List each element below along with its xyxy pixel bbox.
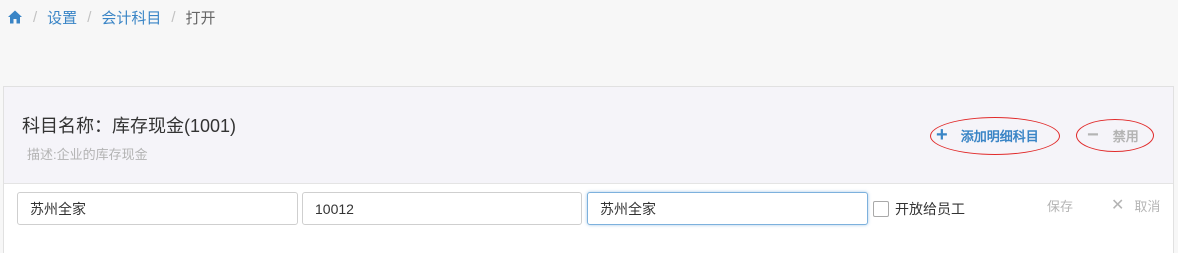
add-detail-subject-button[interactable]: + 添加明细科目: [936, 125, 1039, 145]
open-to-staff-checkbox[interactable]: [873, 201, 889, 217]
open-to-staff-toggle[interactable]: 开放给员工: [873, 199, 965, 219]
save-button[interactable]: 保存: [1047, 196, 1073, 215]
subject-code-input[interactable]: [302, 192, 582, 225]
subject-title: 科目名称：库存现金(1001): [22, 116, 237, 136]
breadcrumb-accounting-subjects[interactable]: 会计科目: [101, 7, 161, 28]
subject-alias-input[interactable]: [587, 192, 868, 225]
breadcrumb-separator: /: [171, 8, 176, 26]
plus-icon: +: [936, 124, 948, 146]
detail-subject-row: 开放给员工 保存 ✕ 取消: [4, 184, 1173, 253]
breadcrumb-current: 打开: [185, 9, 216, 27]
subject-name-input[interactable]: [17, 192, 298, 225]
subject-panel: 科目名称：库存现金(1001) 描述:企业的库存现金 + 添加明细科目 − 禁用…: [3, 86, 1174, 253]
open-to-staff-label: 开放给员工: [895, 201, 965, 217]
minus-icon: −: [1087, 124, 1099, 146]
cancel-label: 取消: [1134, 199, 1161, 214]
home-icon[interactable]: [7, 9, 23, 25]
add-detail-subject-label: 添加明细科目: [960, 128, 1039, 144]
breadcrumb: / 设置 / 会计科目 / 打开: [7, 6, 216, 28]
breadcrumb-separator: /: [33, 8, 38, 26]
cancel-button[interactable]: ✕ 取消: [1111, 196, 1160, 215]
subject-description: 描述:企业的库存现金: [27, 147, 148, 162]
disable-button[interactable]: − 禁用: [1087, 125, 1139, 145]
breadcrumb-settings[interactable]: 设置: [47, 7, 77, 28]
subject-header: 科目名称：库存现金(1001) 描述:企业的库存现金 + 添加明细科目 − 禁用: [4, 87, 1173, 184]
close-icon: ✕: [1111, 196, 1125, 214]
disable-label: 禁用: [1112, 128, 1139, 144]
breadcrumb-separator: /: [87, 8, 92, 26]
